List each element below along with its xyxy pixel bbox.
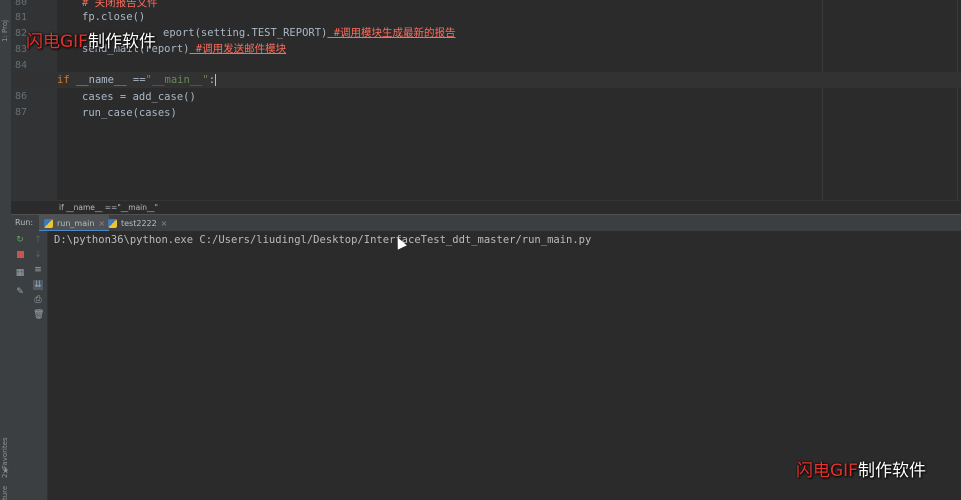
line-number: 87 <box>15 107 28 118</box>
structure-tool-tab[interactable]: ture <box>1 486 9 500</box>
watermark-bottom: 闪电GIF制作软件 <box>796 461 926 481</box>
layout-icon[interactable]: ▦ <box>15 268 25 278</box>
code-line-87: run_case(cases) <box>82 107 177 119</box>
line-number: 84 <box>15 60 28 71</box>
breadcrumb[interactable]: if __name__ =="__main__" <box>11 200 961 214</box>
run-toolbar-secondary: ↑ ↓ ≡ ⇊ ⎙ 🗑 <box>29 231 48 500</box>
dunder-name: __name__ <box>75 74 127 86</box>
code-line-83: send_mail(report) #调用发送邮件模块 <box>82 43 287 55</box>
code-line-82: eport(setting.TEST_REPORT) #调用模块生成最新的报告 <box>163 27 456 39</box>
pin-icon[interactable]: ✎ <box>15 287 25 297</box>
rerun-icon[interactable]: ↻ <box>15 235 25 245</box>
stop-button[interactable] <box>15 250 25 260</box>
code-line-81: fp.close() <box>82 11 146 23</box>
code-editor[interactable]: # 关闭报告文件 fp.close() eport(setting.TEST_R… <box>11 0 961 200</box>
string-literal: "__main__" <box>145 74 209 86</box>
project-tool-tab[interactable]: 1: Proj <box>1 20 9 42</box>
watermark-top: 闪电GIF制作软件 <box>26 32 156 52</box>
console-output-line: D:\python36\python.exe C:/Users/liudingl… <box>54 234 592 246</box>
print-icon[interactable]: ⎙ <box>33 295 43 305</box>
close-tab-icon[interactable]: × <box>161 219 168 228</box>
python-file-icon <box>108 219 117 228</box>
code-line-86: cases = add_case() <box>82 91 196 103</box>
keyword-if: if <box>57 74 70 86</box>
star-icon: ★ <box>2 466 10 475</box>
python-file-icon <box>44 219 53 228</box>
scroll-to-end-icon[interactable]: ⇊ <box>33 280 43 290</box>
run-toolbar-primary: ↻ ▦ ✎ <box>11 231 30 500</box>
trash-icon[interactable]: 🗑 <box>33 310 44 320</box>
tab-test2222[interactable]: test2222 × <box>103 215 171 232</box>
soft-wrap-icon[interactable]: ≡ <box>33 265 43 275</box>
line-number: 86 <box>15 91 28 102</box>
line-number: 80 <box>15 0 28 8</box>
line-number: 81 <box>15 12 28 23</box>
text-caret <box>215 74 217 86</box>
tab-run-main[interactable]: run_main × <box>39 215 110 232</box>
up-arrow-icon[interactable]: ↑ <box>33 235 43 245</box>
code-line-85-current: if __name__ =="__main__": <box>11 72 961 88</box>
run-label: Run: <box>15 218 34 227</box>
down-arrow-icon[interactable]: ↓ <box>33 250 43 260</box>
